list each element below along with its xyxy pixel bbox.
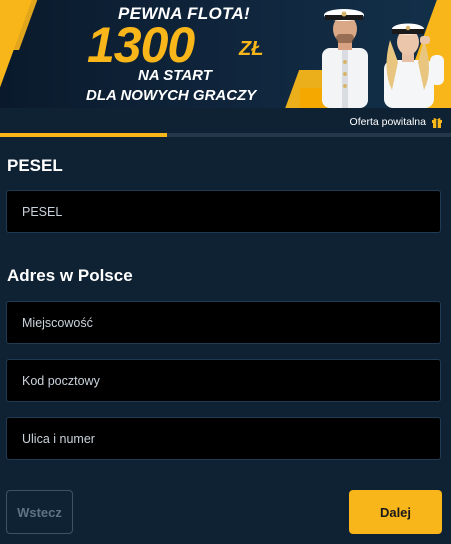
- pesel-section-title: PESEL: [7, 156, 63, 175]
- banner-subline: NA START: [138, 67, 212, 84]
- street-field[interactable]: [6, 417, 441, 460]
- banner-tagline: DLA NOWYCH GRACZY: [86, 87, 257, 104]
- city-field[interactable]: [6, 301, 441, 344]
- pesel-input[interactable]: [7, 191, 440, 232]
- registration-progress-bar: [0, 133, 451, 137]
- postal-code-input[interactable]: [7, 360, 440, 401]
- welcome-offer-label: Oferta powitalna: [349, 116, 426, 128]
- back-button[interactable]: Wstecz: [6, 490, 73, 534]
- pesel-field[interactable]: [6, 190, 441, 233]
- address-section-title: Adres w Polsce: [7, 266, 133, 285]
- promo-banner[interactable]: PEWNA FLOTA! 1300 ZŁ NA START DLA NOWYCH…: [0, 0, 451, 108]
- next-button[interactable]: Dalej: [349, 490, 442, 534]
- gift-icon: [432, 118, 442, 128]
- city-input[interactable]: [7, 302, 440, 343]
- welcome-offer-link[interactable]: Oferta powitalna: [350, 116, 443, 128]
- banner-bonus-amount: 1300: [87, 17, 195, 73]
- sailors-illustration: [322, 9, 444, 108]
- street-input[interactable]: [7, 418, 440, 459]
- postal-code-field[interactable]: [6, 359, 441, 402]
- banner-bonus-currency: ZŁ: [239, 38, 264, 60]
- registration-progress-fill: [0, 133, 167, 137]
